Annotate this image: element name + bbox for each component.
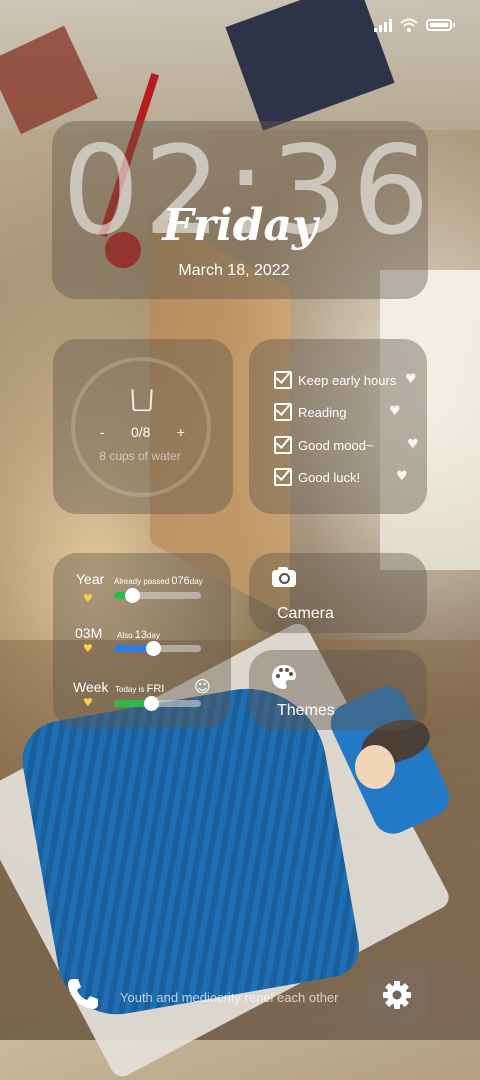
checkbox-icon[interactable] <box>274 436 292 454</box>
heart-icon: ♥ <box>83 642 93 655</box>
week-progress-bar[interactable] <box>114 696 201 711</box>
themes-label[interactable]: Themes <box>277 702 335 720</box>
wallpaper-tv <box>225 0 395 131</box>
settings-button[interactable] <box>366 964 428 1026</box>
month-progress-bar[interactable] <box>114 641 201 656</box>
month-label: 03M <box>75 625 103 641</box>
todo-item[interactable]: Good mood~ <box>274 436 374 454</box>
todo-label: Good luck! <box>298 469 361 485</box>
todo-label: Reading <box>298 404 347 420</box>
palette-icon[interactable] <box>271 664 297 690</box>
signal-icon <box>374 18 392 32</box>
clock-day: Friday <box>162 200 318 251</box>
status-bar <box>374 18 455 32</box>
slider-knob[interactable] <box>143 696 159 711</box>
clock-date: March 18, 2022 <box>178 262 290 279</box>
water-counter: - 0/8 + <box>100 424 185 440</box>
settings-icon <box>383 981 411 1009</box>
camera-label[interactable]: Camera <box>277 605 334 623</box>
week-label: Week <box>73 679 109 695</box>
water-minus-button[interactable]: - <box>100 424 105 440</box>
camera-icon[interactable] <box>272 567 296 587</box>
year-label: Year <box>76 571 105 587</box>
wallpaper-head <box>355 745 395 789</box>
water-subtitle: 8 cups of water <box>99 449 181 463</box>
todo-item[interactable]: Keep early hours <box>274 371 396 389</box>
heart-icon: ♥ <box>396 469 408 484</box>
checkbox-icon[interactable] <box>274 468 292 486</box>
phone-icon[interactable] <box>66 977 100 1011</box>
wifi-icon <box>400 18 418 32</box>
heart-icon: ♥ <box>405 372 417 387</box>
checkbox-icon[interactable] <box>274 371 292 389</box>
heart-icon: ♥ <box>389 404 401 419</box>
week-caption: Today is FRI <box>115 683 165 695</box>
todo-label: Keep early hours <box>298 372 397 388</box>
todo-label: Good mood~ <box>298 437 374 453</box>
battery-icon <box>426 19 455 31</box>
slogan-text: Youth and mediocrity repel each other <box>120 990 339 1005</box>
year-caption: Already passed 076day <box>114 575 203 587</box>
todo-item[interactable]: Good luck! <box>274 468 360 486</box>
todo-item[interactable]: Reading <box>274 403 346 421</box>
camera-shortcut[interactable] <box>249 553 427 633</box>
checkbox-icon[interactable] <box>274 403 292 421</box>
cup-icon <box>131 389 153 412</box>
wallpaper-poster <box>0 25 98 135</box>
water-count: 0/8 <box>131 424 151 440</box>
todo-widget[interactable] <box>249 339 427 514</box>
heart-icon: ♥ <box>83 592 93 605</box>
month-caption: Also 13day <box>117 629 160 641</box>
water-plus-button[interactable]: + <box>177 424 185 440</box>
smile-icon: ☺ <box>194 677 211 696</box>
year-progress-bar[interactable] <box>114 588 201 603</box>
heart-icon: ♥ <box>407 437 419 452</box>
themes-shortcut[interactable] <box>249 650 427 730</box>
heart-icon: ♥ <box>83 696 93 709</box>
